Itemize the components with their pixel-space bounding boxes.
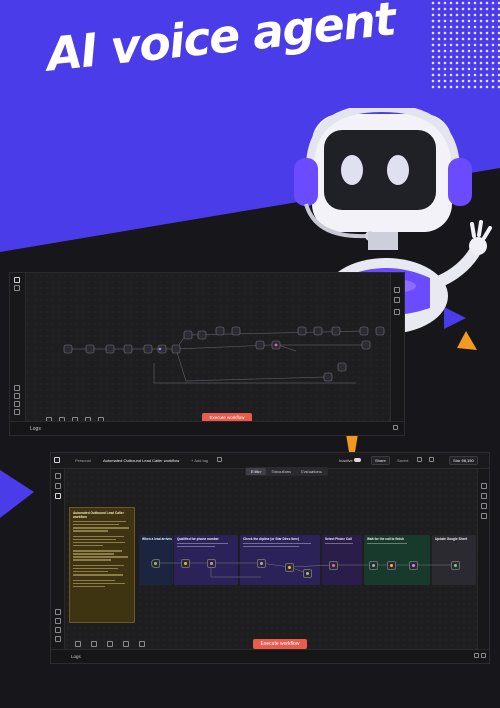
node[interactable]	[181, 559, 190, 568]
workflow-window-top: Execute workflow Logs	[9, 272, 405, 436]
update-icon[interactable]	[14, 409, 20, 415]
template-icon[interactable]	[14, 385, 20, 391]
node[interactable]	[451, 561, 460, 570]
node[interactable]	[285, 563, 294, 572]
logs-bar[interactable]: Logs	[51, 649, 489, 663]
undo-icon[interactable]	[123, 641, 129, 647]
node[interactable]	[369, 561, 378, 570]
node[interactable]	[303, 569, 312, 578]
trigger-node[interactable]	[151, 559, 160, 568]
zoom-fit-icon[interactable]	[75, 641, 81, 647]
node[interactable]	[207, 559, 216, 568]
right-sidebar	[390, 273, 404, 435]
workflow-canvas[interactable]: Execute workflow	[26, 273, 390, 423]
search-icon[interactable]	[394, 297, 400, 303]
variables-icon[interactable]	[14, 393, 20, 399]
node[interactable]	[387, 561, 396, 570]
zoom-in-icon[interactable]	[91, 641, 97, 647]
logo-icon[interactable]	[14, 277, 20, 283]
orange-marker-icon	[346, 434, 358, 452]
user-icon[interactable]	[14, 285, 20, 291]
purple-side-triangle-icon	[0, 470, 34, 518]
zoom-out-icon[interactable]	[107, 641, 113, 647]
logs-label: Logs	[71, 654, 81, 659]
execute-workflow-button[interactable]: Execute workflow	[253, 639, 307, 649]
connections	[159, 562, 455, 578]
left-sidebar	[10, 273, 26, 435]
node[interactable]	[329, 561, 338, 570]
node[interactable]	[257, 559, 266, 568]
workflow-graph	[63, 326, 385, 384]
add-node-icon[interactable]	[394, 287, 400, 293]
logs-label: Logs	[30, 426, 41, 432]
notes-icon[interactable]	[394, 309, 400, 315]
node[interactable]	[409, 561, 418, 570]
clean-icon[interactable]	[139, 641, 145, 647]
logs-bar[interactable]: Logs	[10, 421, 404, 435]
dot-pattern	[430, 0, 500, 90]
expand-icon[interactable]	[474, 653, 479, 658]
workflow-window-bottom: Personal Automated Outbound Lead Caller …	[50, 452, 490, 664]
help-icon[interactable]	[14, 401, 20, 407]
hero-banner: AI voice agent Execute workflow Logs Per…	[0, 0, 500, 708]
close-icon[interactable]	[481, 653, 486, 658]
expand-icon[interactable]	[393, 425, 398, 430]
